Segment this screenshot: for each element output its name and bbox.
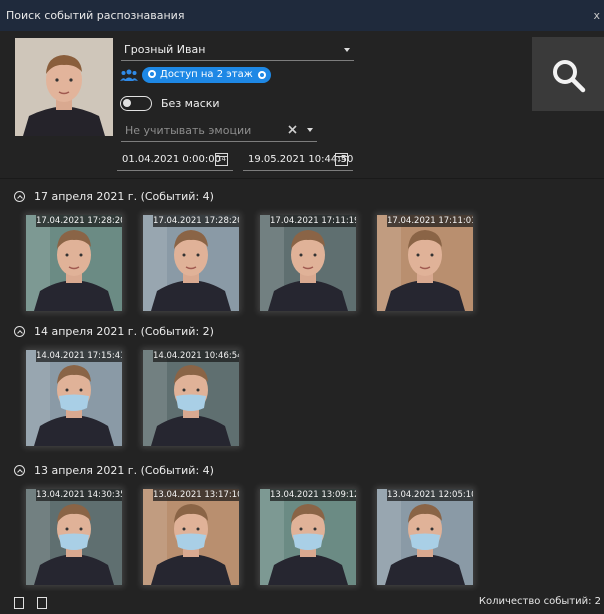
person-name-select[interactable]: Грозный Иван: [124, 43, 205, 56]
export-icon[interactable]: [14, 597, 24, 609]
event-thumbnail[interactable]: 14.04.2021 10:46:54: [143, 350, 239, 446]
name-underline: [121, 60, 354, 61]
close-icon[interactable]: x: [593, 9, 600, 22]
remove-tag-icon[interactable]: [257, 71, 266, 79]
event-thumbnail[interactable]: 13.04.2021 14:30:35: [26, 489, 122, 585]
date-to-underline: [243, 170, 353, 171]
event-thumbnail[interactable]: 17.04.2021 17:11:19: [260, 215, 356, 311]
mask-toggle[interactable]: [120, 96, 152, 111]
chevron-down-icon[interactable]: [307, 128, 313, 132]
event-count: Количество событий: 2: [478, 596, 601, 607]
event-thumbnail[interactable]: 17.04.2021 17:28:20: [26, 215, 122, 311]
event-timestamp: 13.04.2021 13:17:10: [153, 489, 239, 501]
event-thumbnail[interactable]: 17.04.2021 17:28:20: [143, 215, 239, 311]
event-timestamp: 13.04.2021 12:05:10: [387, 489, 473, 501]
users-icon: [120, 69, 138, 81]
group-title: 14 апреля 2021 г. (Событий: 2): [34, 325, 214, 338]
event-thumbnail[interactable]: 13.04.2021 12:05:10: [377, 489, 473, 585]
date-from-input[interactable]: 01.04.2021 0:00:00: [122, 154, 221, 165]
event-thumbnail[interactable]: 13.04.2021 13:17:10: [143, 489, 239, 585]
title-bar: Поиск событий распознавания x: [0, 0, 604, 31]
mask-toggle-label: Без маски: [161, 97, 220, 110]
event-timestamp: 14.04.2021 17:15:41: [36, 350, 122, 362]
status-bar: Количество событий: 2: [0, 591, 604, 614]
tag-dot-icon: [148, 70, 156, 78]
emotion-underline: [121, 141, 317, 142]
group-title: 17 апреля 2021 г. (Событий: 4): [34, 190, 214, 203]
event-timestamp: 17.04.2021 17:28:20: [36, 215, 122, 227]
chevron-down-icon[interactable]: [344, 48, 350, 52]
event-timestamp: 14.04.2021 10:46:54: [153, 350, 239, 362]
emotion-select[interactable]: Не учитывать эмоции: [125, 124, 251, 137]
group-title: 13 апреля 2021 г. (Событий: 4): [34, 464, 214, 477]
access-tag-label: Доступ на 2 этаж: [160, 69, 253, 80]
group-header[interactable]: 17 апреля 2021 г. (Событий: 4): [14, 190, 214, 203]
event-timestamp: 17.04.2021 17:28:20: [153, 215, 239, 227]
group-header[interactable]: 13 апреля 2021 г. (Событий: 4): [14, 464, 214, 477]
collapse-chevron-icon[interactable]: [14, 191, 25, 202]
event-thumbnail[interactable]: 17.04.2021 17:11:01: [377, 215, 473, 311]
event-timestamp: 17.04.2021 17:11:19: [270, 215, 356, 227]
event-timestamp: 13.04.2021 14:30:35: [36, 489, 122, 501]
event-timestamp: 17.04.2021 17:11:01: [387, 215, 473, 227]
collapse-chevron-icon[interactable]: [14, 326, 25, 337]
results-list: 17 апреля 2021 г. (Событий: 4) 17.04.2021…: [0, 179, 604, 591]
window-title: Поиск событий распознавания: [6, 9, 185, 22]
date-from-underline: [117, 170, 233, 171]
report-icon[interactable]: [37, 597, 47, 609]
calendar-icon[interactable]: 14: [335, 153, 348, 166]
access-group-tag[interactable]: Доступ на 2 этаж: [142, 67, 271, 83]
search-icon: [553, 60, 586, 93]
clear-icon[interactable]: [288, 125, 297, 134]
event-thumbnail[interactable]: 14.04.2021 17:15:41: [26, 350, 122, 446]
event-timestamp: 13.04.2021 13:09:12: [270, 489, 356, 501]
calendar-icon[interactable]: 14: [215, 153, 228, 166]
person-photo: [15, 38, 113, 136]
filter-panel: Грозный Иван Доступ на 2 этаж Без маски …: [0, 31, 604, 179]
group-header[interactable]: 14 апреля 2021 г. (Событий: 2): [14, 325, 214, 338]
search-button[interactable]: [532, 37, 604, 111]
collapse-chevron-icon[interactable]: [14, 465, 25, 476]
event-thumbnail[interactable]: 13.04.2021 13:09:12: [260, 489, 356, 585]
